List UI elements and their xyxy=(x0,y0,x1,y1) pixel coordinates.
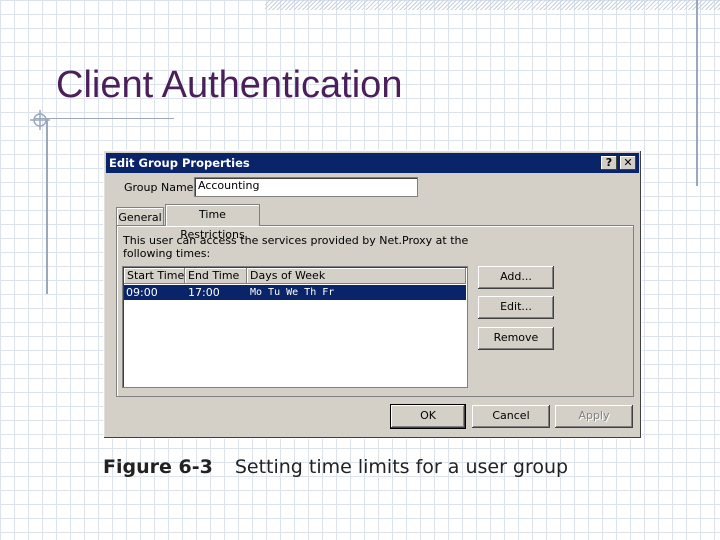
remove-button[interactable]: Remove xyxy=(478,327,554,350)
add-button[interactable]: Add... xyxy=(478,266,554,289)
edit-group-properties-dialog: Edit Group Properties ? ✕ Group Name: Ac… xyxy=(103,150,642,439)
column-header-end-time[interactable]: End Time xyxy=(185,268,247,284)
title-underline xyxy=(34,118,174,119)
group-name-label: Group Name: xyxy=(124,181,198,194)
edit-button[interactable]: Edit... xyxy=(478,296,554,319)
cancel-button[interactable]: Cancel xyxy=(472,405,550,428)
close-icon: ✕ xyxy=(623,156,633,169)
column-header-days-of-week[interactable]: Days of Week xyxy=(247,268,466,284)
ok-button-label: OK xyxy=(420,409,436,422)
figure-caption-text: Setting time limits for a user group xyxy=(234,456,569,478)
add-button-label: Add... xyxy=(500,270,532,283)
figure-caption: Figure 6-3 Setting time limits for a user… xyxy=(103,456,568,478)
left-accent-line xyxy=(46,118,48,294)
start-time-cell: 09:00 xyxy=(126,286,158,299)
description-text: This user can access the services provid… xyxy=(123,234,469,260)
apply-button[interactable]: Apply xyxy=(555,405,633,428)
column-header-start-time-label: Start Time xyxy=(127,269,185,282)
tab-general[interactable]: General xyxy=(116,207,164,226)
time-restrictions-list[interactable]: Start Time End Time Days of Week 09:00 1… xyxy=(122,266,468,388)
table-row[interactable]: 09:00 17:00 Mo Tu We Th Fr xyxy=(124,285,466,300)
slide-title: Client Authentication xyxy=(56,64,403,106)
ok-button[interactable]: OK xyxy=(390,404,466,429)
figure-number: Figure 6-3 xyxy=(103,456,213,478)
cancel-button-label: Cancel xyxy=(492,409,530,422)
apply-button-label: Apply xyxy=(578,409,610,422)
right-accent-line xyxy=(696,0,698,186)
help-icon: ? xyxy=(605,156,613,169)
days-of-week-cell: Mo Tu We Th Fr xyxy=(250,287,335,298)
tab-time-restrictions-label: Time Restrictions xyxy=(180,208,245,241)
top-hatch-decoration xyxy=(265,0,720,10)
end-time-cell: 17:00 xyxy=(188,286,220,299)
group-name-value: Accounting xyxy=(198,179,260,192)
column-header-end-time-label: End Time xyxy=(188,269,240,282)
time-restrictions-panel: This user can access the services provid… xyxy=(116,225,634,397)
tab-time-restrictions[interactable]: Time Restrictions xyxy=(165,204,260,241)
tab-general-label: General xyxy=(118,211,162,224)
close-button[interactable]: ✕ xyxy=(620,156,636,170)
dialog-titlebar[interactable]: Edit Group Properties ? ✕ xyxy=(106,153,639,173)
column-header-days-of-week-label: Days of Week xyxy=(250,269,326,282)
dialog-title: Edit Group Properties xyxy=(109,156,250,170)
remove-button-label: Remove xyxy=(493,331,539,344)
group-name-input[interactable]: Accounting xyxy=(194,177,418,197)
crosshair-decoration xyxy=(30,110,50,130)
help-button[interactable]: ? xyxy=(601,156,617,170)
edit-button-label: Edit... xyxy=(500,300,532,313)
column-header-start-time[interactable]: Start Time xyxy=(124,268,185,284)
